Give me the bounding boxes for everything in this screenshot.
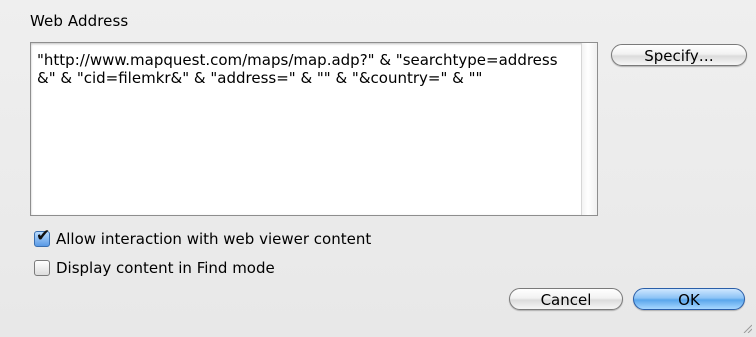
check-icon: ✔ — [36, 226, 51, 246]
specify-button[interactable]: Specify… — [611, 44, 747, 66]
web-address-field[interactable]: "http://www.mapquest.com/maps/map.adp?" … — [30, 42, 598, 216]
web-viewer-setup-dialog: Web Address "http://www.mapquest.com/map… — [0, 0, 756, 337]
web-address-label: Web Address — [30, 12, 129, 30]
allow-interaction-option[interactable]: ✔ Allow interaction with web viewer cont… — [34, 227, 371, 248]
display-in-find-mode-label[interactable]: Display content in Find mode — [56, 259, 275, 277]
allow-interaction-checkbox[interactable]: ✔ — [34, 227, 50, 247]
allow-interaction-label[interactable]: Allow interaction with web viewer conten… — [56, 230, 371, 248]
display-in-find-mode-option[interactable]: Display content in Find mode — [34, 259, 275, 277]
cancel-button[interactable]: Cancel — [509, 288, 623, 310]
ok-button[interactable]: OK — [633, 288, 745, 310]
display-in-find-mode-checkbox[interactable] — [34, 260, 50, 276]
web-address-text[interactable]: "http://www.mapquest.com/maps/map.adp?" … — [37, 51, 571, 87]
vertical-scrollbar[interactable] — [581, 43, 597, 215]
resize-grip-icon[interactable] — [742, 323, 752, 333]
